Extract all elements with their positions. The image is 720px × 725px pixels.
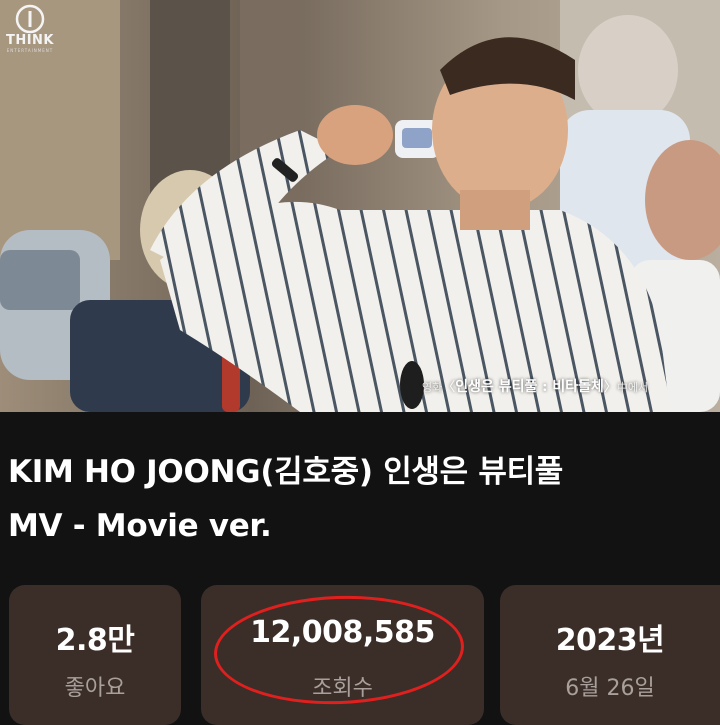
video-caption: 영화〈인생은 뷰티풀 : 비타돌체〉中에서 [422,376,648,396]
caption-prefix: 영화 [422,381,443,394]
views-count: 12,008,585 [250,615,435,650]
likes-label: 좋아요 [64,676,126,701]
video-thumbnail[interactable]: THINK ENTERTAINMENT 영화〈인생은 뷰티풀 : 비타돌체〉中에… [0,0,720,412]
caption-close-bracket: 〉 [603,380,617,395]
caption-title: 인생은 뷰티풀 : 비타돌체 [455,379,604,395]
upload-date-card: 2023년 6월 26일 [500,585,720,725]
upload-month-day: 6월 26일 [565,676,655,701]
likes-count: 2.8만 [55,623,135,658]
think-logo-icon [15,4,45,34]
upload-year: 2023년 [555,623,665,658]
caption-open-bracket: 〈 [442,380,456,395]
likes-card[interactable]: 2.8만 좋아요 [9,585,181,725]
video-title-line-2: MV - Movie ver. [8,508,272,544]
logo-text: THINK [5,33,55,48]
logo-subtext: ENTERTAINMENT [6,48,54,53]
video-title: KIM HO JOONG(김호중) 인생은 뷰티풀 MV - Movie ver… [8,445,708,553]
views-label: 조회수 [312,676,373,701]
caption-suffix: 中에서 [616,381,649,394]
video-title-line-1: KIM HO JOONG(김호중) 인생은 뷰티풀 [8,454,564,490]
channel-logo: THINK ENTERTAINMENT [0,4,60,53]
video-frame-image [0,0,720,412]
views-card: 12,008,585 조회수 [201,585,484,725]
video-stats: 2.8만 좋아요 12,008,585 조회수 2023년 6월 26일 [0,585,720,725]
